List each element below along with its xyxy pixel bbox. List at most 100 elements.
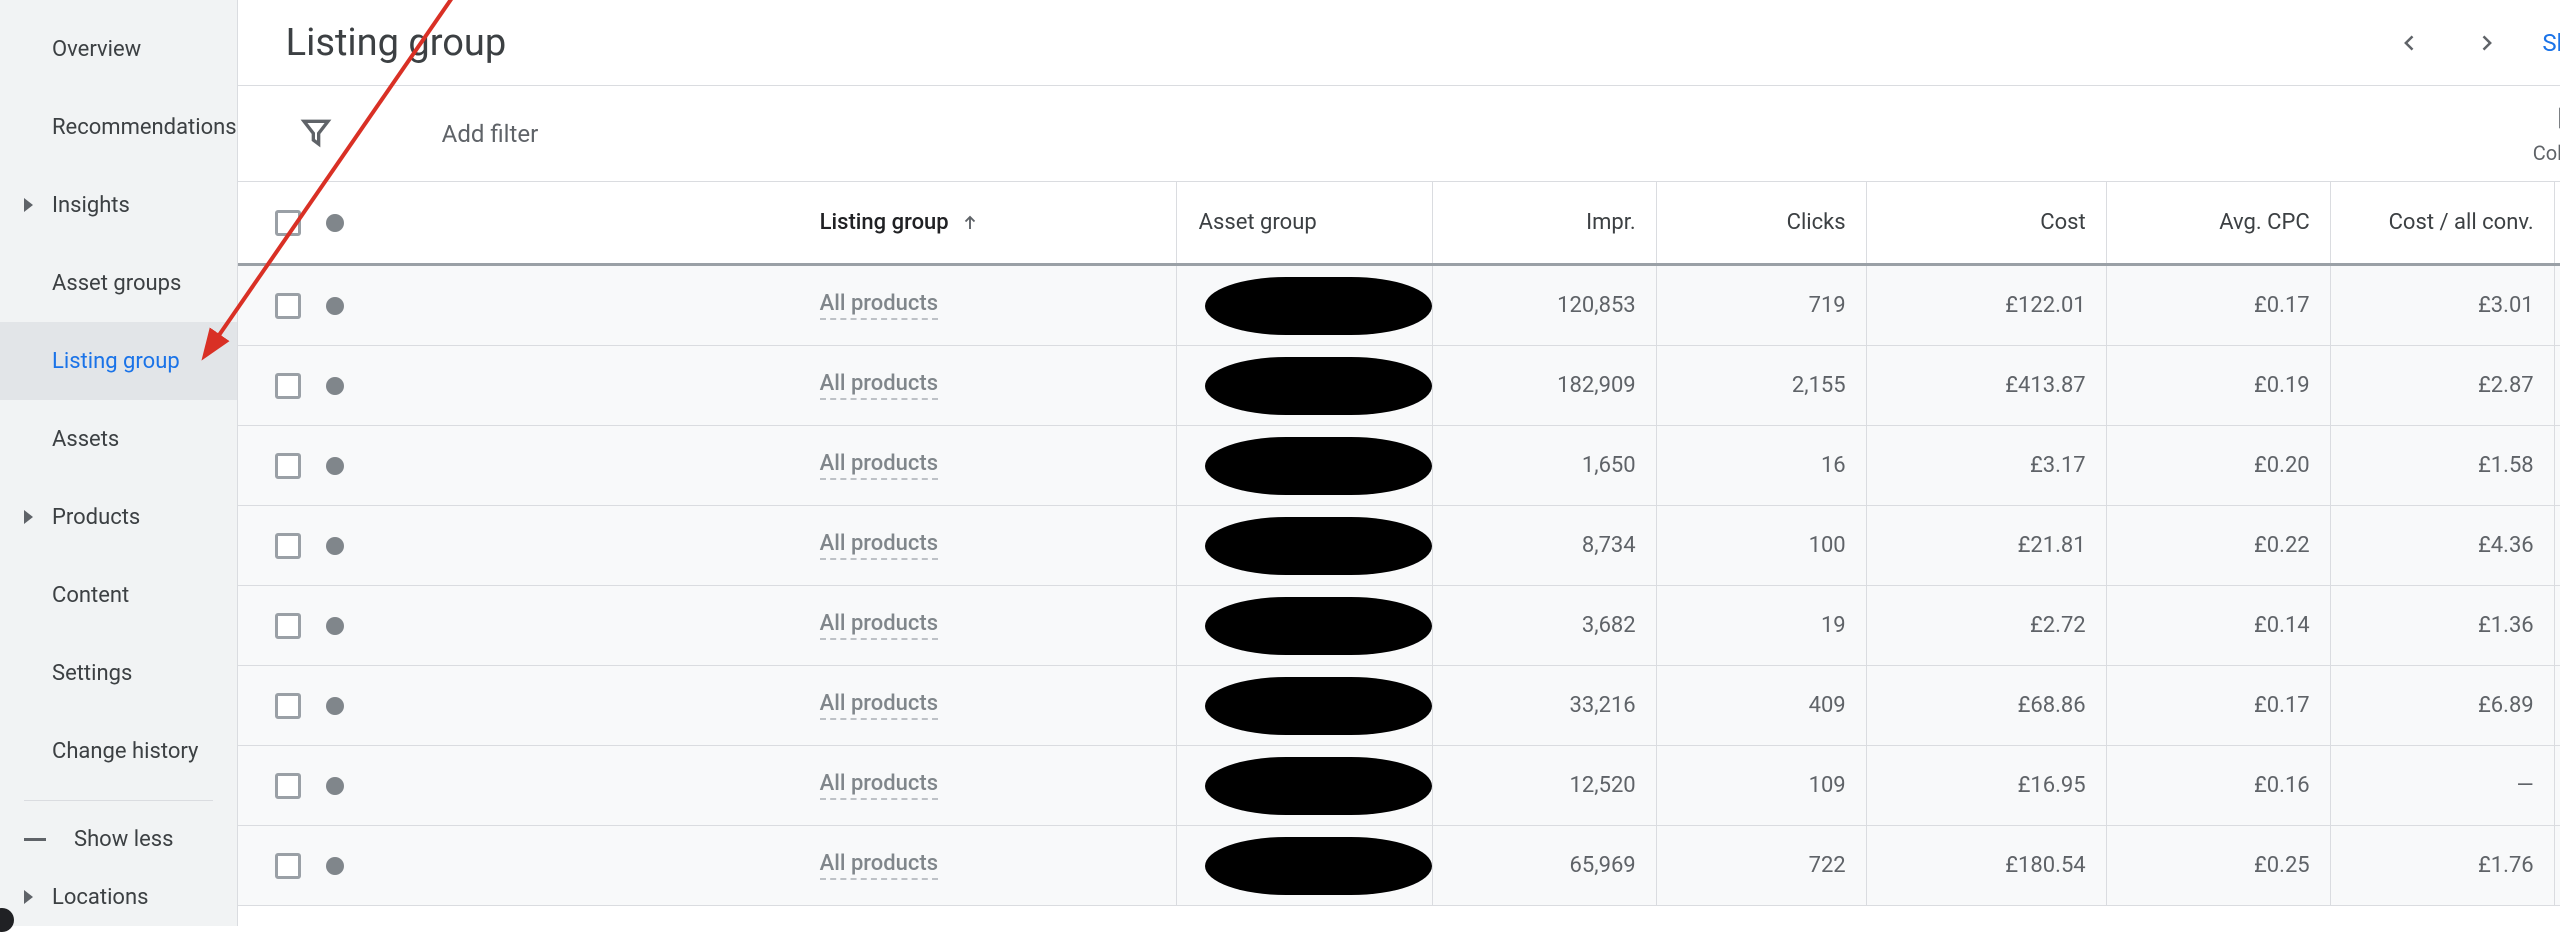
cell-cost: £180.54: [2005, 853, 2085, 878]
listing-group-link[interactable]: All products: [820, 291, 938, 320]
col-header-cost-all-conv[interactable]: Cost / all conv.: [2330, 182, 2554, 263]
cell-avg-cpc: £0.16: [2254, 773, 2310, 798]
cell-cost: £3.17: [2030, 453, 2086, 478]
listing-group-link[interactable]: All products: [820, 611, 938, 640]
nav-divider: [24, 800, 213, 801]
col-header-conv-rate[interactable]: Conv. rate: [2554, 182, 2560, 263]
cell-cost-all-conv: £1.36: [2478, 613, 2534, 638]
cell-cost-all-conv: £2.87: [2478, 373, 2534, 398]
cell-avg-cpc: £0.20: [2254, 453, 2310, 478]
table-row: All products12,520109£16.95£0.16—0.00%: [238, 746, 2560, 826]
listing-group-link[interactable]: All products: [820, 531, 938, 560]
sidebar-item-listing-group[interactable]: Listing group: [0, 322, 237, 400]
sidebar-item-settings[interactable]: Settings: [0, 634, 237, 712]
cell-clicks: 19: [1821, 613, 1846, 638]
sidebar-item-overview[interactable]: Overview: [0, 10, 237, 88]
cell-avg-cpc: £0.22: [2254, 533, 2310, 558]
chevron-right-icon: [24, 510, 33, 524]
cell-clicks: 722: [1809, 853, 1846, 878]
listing-group-link[interactable]: All products: [820, 371, 938, 400]
row-checkbox[interactable]: [275, 453, 301, 479]
sidebar: Overview Recommendations Insights Asset gro…: [0, 0, 238, 926]
sidebar-item-recommendations[interactable]: Recommendations: [0, 88, 237, 166]
table-row: All products33,216409£68.86£0.17£6.891.2…: [238, 666, 2560, 746]
cell-clicks: 2,155: [1792, 373, 1846, 398]
row-checkbox[interactable]: [275, 293, 301, 319]
sidebar-item-label: Settings: [52, 661, 132, 686]
chevron-left-icon: [2400, 33, 2420, 53]
sidebar-item-change-history[interactable]: Change history: [0, 712, 237, 790]
show-less-toggle[interactable]: Show less: [0, 811, 237, 869]
minus-icon: [24, 838, 46, 841]
table-row: All products3,68219£2.72£0.14£1.365.26%: [238, 586, 2560, 666]
cell-impr: 33,216: [1570, 693, 1636, 718]
row-checkbox[interactable]: [275, 533, 301, 559]
sidebar-item-label: Change history: [52, 739, 198, 764]
col-header-asset-group[interactable]: Asset group: [1176, 182, 1432, 263]
prev-period-button[interactable]: [2390, 23, 2430, 63]
status-dot-icon: [326, 457, 344, 475]
asset-group-redacted: [1205, 517, 1432, 575]
cell-clicks: 100: [1809, 533, 1846, 558]
status-dot-icon: [326, 617, 344, 635]
cell-clicks: 409: [1809, 693, 1846, 718]
asset-group-redacted: [1205, 277, 1432, 335]
table-row: All products182,9092,155£413.87£0.19£2.8…: [238, 346, 2560, 426]
select-all-checkbox[interactable]: [275, 210, 301, 236]
sidebar-item-asset-groups[interactable]: Asset groups: [0, 244, 237, 322]
table-row: All products1,65016£3.17£0.20£1.586.25%: [238, 426, 2560, 506]
sidebar-item-label: Overview: [52, 37, 141, 62]
show-last-30-days-link[interactable]: Show last 30 days: [2542, 29, 2560, 57]
row-checkbox[interactable]: [275, 853, 301, 879]
listing-group-link[interactable]: All products: [820, 451, 938, 480]
sidebar-item-label: Content: [52, 583, 129, 608]
show-less-label: Show less: [74, 827, 173, 852]
columns-button[interactable]: Columns: [2533, 103, 2560, 165]
sidebar-item-content[interactable]: Content: [0, 556, 237, 634]
chevron-right-icon: [24, 890, 33, 904]
row-checkbox[interactable]: [275, 693, 301, 719]
chevron-right-icon: [2476, 33, 2496, 53]
sidebar-item-insights[interactable]: Insights: [0, 166, 237, 244]
status-dot-icon: [326, 697, 344, 715]
page-title: Listing group: [286, 21, 507, 65]
sidebar-item-label: Recommendations: [52, 115, 237, 140]
col-header-impr[interactable]: Impr.: [1432, 182, 1656, 263]
sidebar-item-assets[interactable]: Assets: [0, 400, 237, 478]
page-header: Listing group Show last 30 days: [238, 0, 2560, 86]
cell-cost: £16.95: [2018, 773, 2086, 798]
listing-group-link[interactable]: All products: [820, 691, 938, 720]
cell-clicks: 109: [1809, 773, 1846, 798]
col-header-listing-group[interactable]: Listing group: [360, 210, 1176, 235]
columns-label: Columns: [2533, 141, 2560, 165]
col-header-clicks[interactable]: Clicks: [1656, 182, 1866, 263]
cell-avg-cpc: £0.19: [2254, 373, 2310, 398]
row-checkbox[interactable]: [275, 613, 301, 639]
cell-cost-all-conv: —: [2516, 773, 2533, 798]
sidebar-item-label: Products: [52, 505, 140, 530]
row-checkbox[interactable]: [275, 373, 301, 399]
status-dot-icon: [326, 297, 344, 315]
cell-avg-cpc: £0.17: [2254, 293, 2310, 318]
sidebar-item-products[interactable]: Products: [0, 478, 237, 556]
col-header-cost[interactable]: Cost: [1866, 182, 2106, 263]
sidebar-item-label: Locations: [52, 885, 148, 910]
chevron-right-icon: [24, 198, 33, 212]
filter-icon[interactable]: [300, 116, 332, 152]
status-dot-icon: [326, 777, 344, 795]
row-checkbox[interactable]: [275, 773, 301, 799]
sidebar-item-label: Insights: [52, 193, 130, 218]
listing-group-link[interactable]: All products: [820, 851, 938, 880]
sidebar-item-locations[interactable]: Locations: [0, 869, 237, 927]
add-filter-button[interactable]: Add filter: [442, 120, 539, 148]
status-dot-icon: [326, 537, 344, 555]
cell-cost-all-conv: £6.89: [2478, 693, 2534, 718]
col-header-avg-cpc[interactable]: Avg. CPC: [2106, 182, 2330, 263]
cell-cost-all-conv: £4.36: [2478, 533, 2534, 558]
cell-avg-cpc: £0.25: [2254, 853, 2310, 878]
next-period-button[interactable]: [2466, 23, 2506, 63]
cell-impr: 8,734: [1582, 533, 1636, 558]
listing-group-link[interactable]: All products: [820, 771, 938, 800]
cell-cost: £21.81: [2018, 533, 2086, 558]
table-row: All products65,969722£180.54£0.25£1.768.…: [238, 826, 2560, 906]
